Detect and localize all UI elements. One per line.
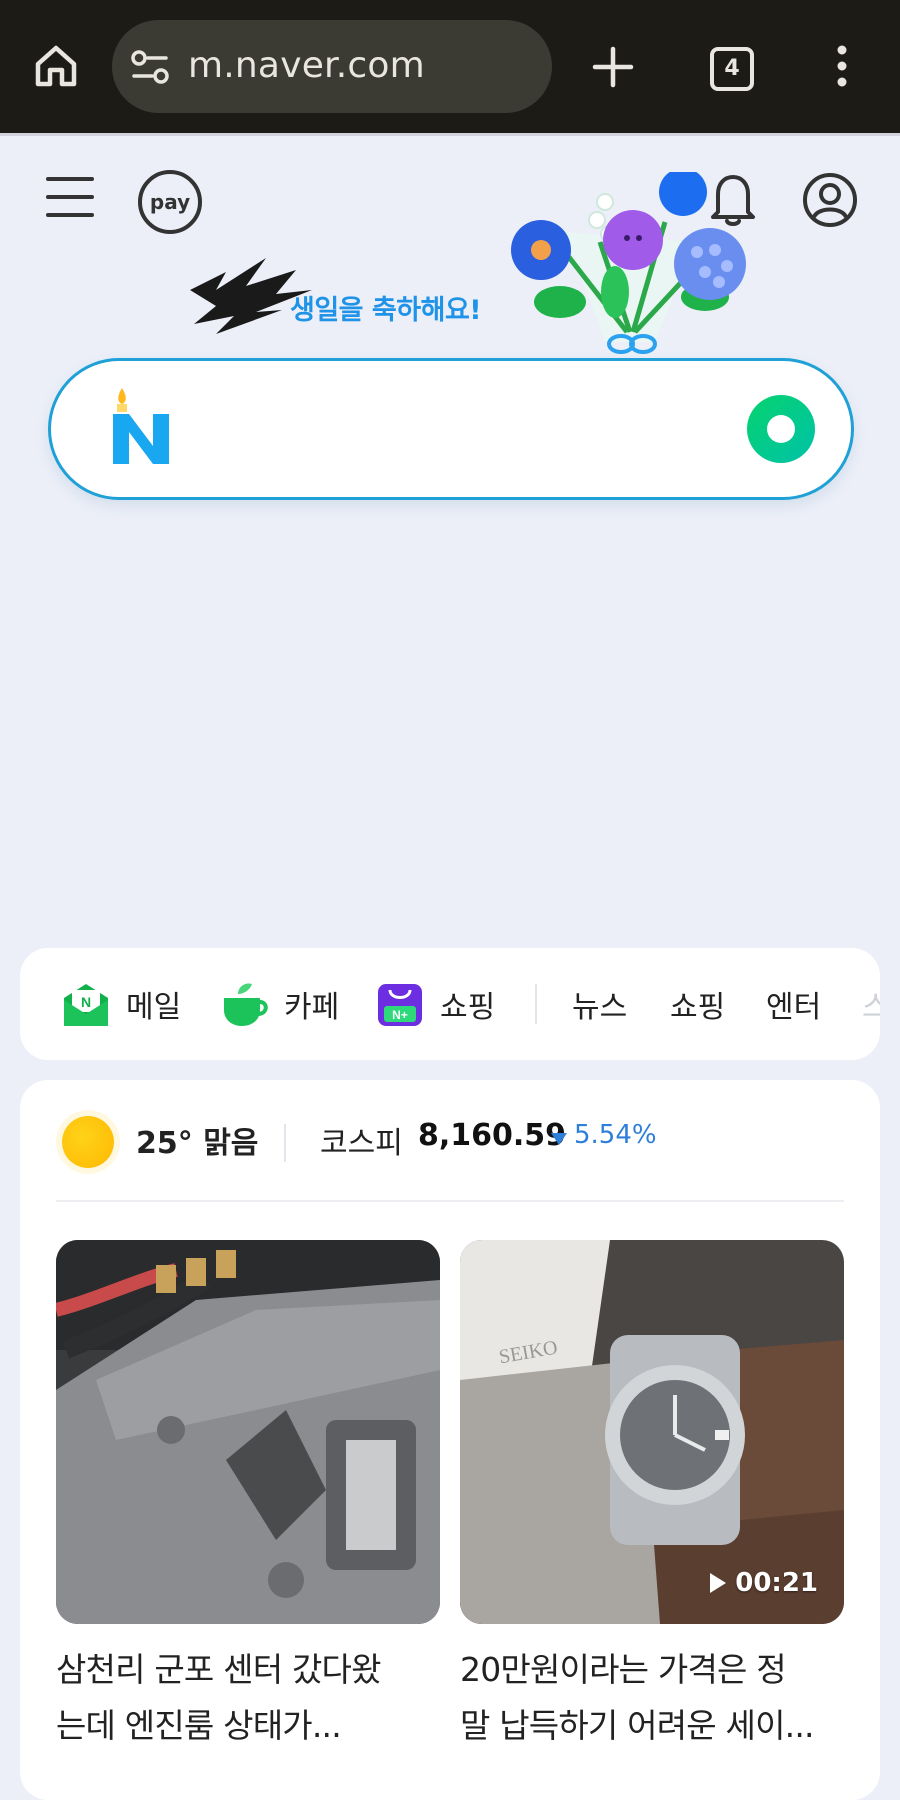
birthday-greeting: 생일을 축하해요! bbox=[290, 295, 482, 326]
engine-bay-photo bbox=[56, 1240, 440, 1624]
tab-entertainment[interactable]: 엔터 bbox=[766, 948, 821, 1060]
site-settings-icon[interactable] bbox=[130, 48, 170, 86]
tab-switcher-button[interactable]: 4 bbox=[710, 47, 754, 91]
menu-icon[interactable] bbox=[832, 44, 852, 88]
feed-thumbnail-watch[interactable]: SEIKO 00:21 bbox=[460, 1240, 844, 1624]
shortcut-cafe[interactable]: 카페 bbox=[220, 948, 339, 1060]
tab-label: 스 bbox=[862, 990, 880, 1025]
naver-birthday-logo bbox=[113, 388, 169, 464]
video-duration: 00:21 bbox=[735, 1568, 818, 1598]
down-arrow-icon bbox=[551, 1133, 567, 1145]
cafe-icon bbox=[224, 983, 268, 1026]
caption-line: 삼천리 군포 센터 갔다왔 bbox=[56, 1650, 381, 1689]
tab-shopping[interactable]: 쇼핑 bbox=[670, 948, 725, 1060]
svg-text:N: N bbox=[81, 994, 91, 1010]
feed-caption[interactable]: 삼천리 군포 센터 갔다왔 는데 엔진룸 상태가... bbox=[56, 1642, 440, 1754]
shortcut-shopping[interactable]: N+ 쇼핑 bbox=[376, 948, 495, 1060]
info-divider bbox=[284, 1124, 286, 1162]
url-text: m.naver.com bbox=[188, 45, 425, 86]
tab-label: 뉴스 bbox=[572, 990, 628, 1025]
shortcut-label: 카페 bbox=[284, 990, 340, 1025]
watch-photo: SEIKO bbox=[460, 1240, 844, 1624]
tab-label: 엔터 bbox=[766, 990, 822, 1025]
caption-line: 는데 엔진룸 상태가... bbox=[56, 1706, 342, 1745]
feed-caption[interactable]: 20만원이라는 가격은 정 말 납득하기 어려운 세이... bbox=[460, 1642, 844, 1754]
kospi-value[interactable]: 8,160.59 bbox=[418, 1118, 566, 1153]
toolbar-divider bbox=[0, 133, 900, 136]
hamburger-icon[interactable] bbox=[46, 175, 94, 219]
kospi-change: 5.54% bbox=[574, 1120, 657, 1150]
address-bar[interactable]: m.naver.com bbox=[112, 20, 552, 113]
video-duration-badge: 00:21 bbox=[709, 1568, 818, 1598]
main-feed-card: 25° 맑음 코스피 8,160.59 5.54% SEIKO 00:21 삼천… bbox=[20, 1080, 880, 1800]
play-icon bbox=[710, 1573, 727, 1593]
green-dot-button[interactable] bbox=[747, 395, 815, 463]
browser-toolbar: m.naver.com 4 bbox=[0, 0, 900, 133]
sunny-weather-icon bbox=[62, 1116, 114, 1168]
tab-sports[interactable]: 스 bbox=[862, 948, 880, 1060]
shortcut-label: 메일 bbox=[126, 990, 182, 1025]
shortcut-bar: N 메일 카페 N+ 쇼핑 뉴스 쇼핑 엔터 스 bbox=[20, 948, 880, 1060]
svg-text:N+: N+ bbox=[392, 1008, 408, 1022]
mail-icon: N bbox=[64, 984, 108, 1026]
section-divider bbox=[56, 1200, 844, 1202]
tab-label: 쇼핑 bbox=[670, 990, 726, 1025]
kospi-label[interactable]: 코스피 bbox=[320, 1118, 403, 1162]
home-icon[interactable] bbox=[32, 42, 80, 90]
bell-icon[interactable] bbox=[708, 170, 758, 228]
shortcut-divider bbox=[535, 984, 537, 1024]
caption-line: 20만원이라는 가격은 정 bbox=[460, 1650, 787, 1689]
pay-button[interactable]: pay bbox=[138, 170, 202, 234]
new-tab-icon[interactable] bbox=[592, 46, 634, 88]
weather-summary[interactable]: 25° 맑음 bbox=[136, 1118, 258, 1162]
shortcut-mail[interactable]: N 메일 bbox=[62, 948, 181, 1060]
tab-news[interactable]: 뉴스 bbox=[572, 948, 627, 1060]
feed-thumbnail-engine[interactable] bbox=[56, 1240, 440, 1624]
shopping-icon: N+ bbox=[378, 984, 422, 1026]
search-box[interactable] bbox=[48, 358, 854, 500]
caption-line: 말 납득하기 어려운 세이... bbox=[460, 1706, 815, 1745]
shortcut-label: 쇼핑 bbox=[440, 990, 496, 1025]
profile-icon[interactable] bbox=[802, 172, 858, 228]
